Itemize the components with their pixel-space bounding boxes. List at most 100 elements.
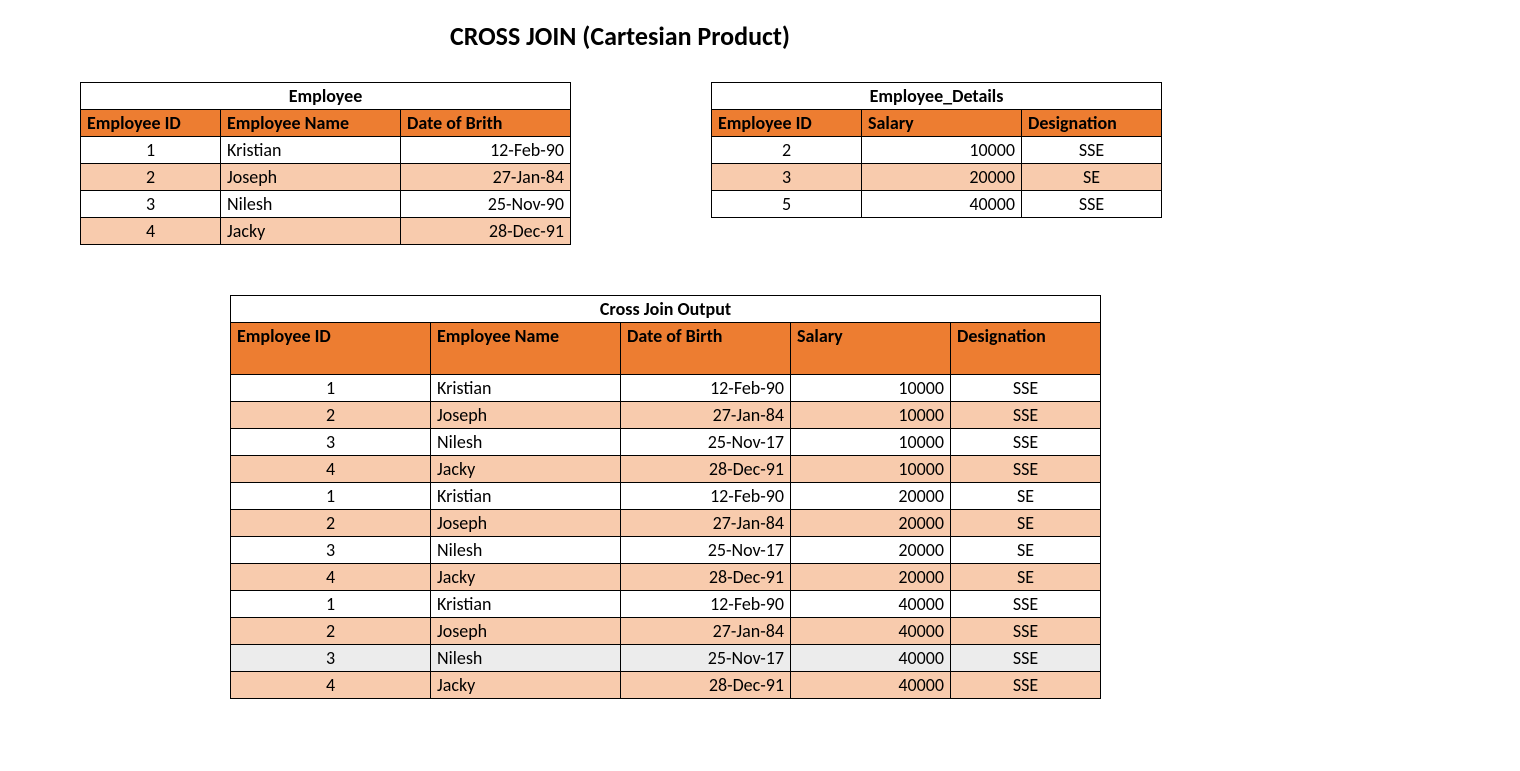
table-row: 2Joseph27-Jan-84 [81,164,571,191]
table-row: 1Kristian12-Feb-9040000SSE [231,591,1101,618]
cell: 12-Feb-90 [621,591,791,618]
cell: 4 [231,672,431,699]
cell: 28-Dec-91 [621,564,791,591]
table-row: 3Nilesh25-Nov-1710000SSE [231,429,1101,456]
cell: 2 [81,164,221,191]
cell: 27-Jan-84 [621,510,791,537]
cell: Joseph [431,402,621,429]
cell: Joseph [431,618,621,645]
cell: Kristian [431,483,621,510]
cell: 40000 [791,672,951,699]
cell: 3 [231,537,431,564]
emp-col-dob: Date of Brith [401,110,571,137]
cell: 20000 [791,564,951,591]
table-row: 3Nilesh25-Nov-1740000SSE [231,645,1101,672]
out-col-desig: Designation [951,323,1101,375]
table-row: 1Kristian12-Feb-90 [81,137,571,164]
cell: 1 [231,483,431,510]
cell: 10000 [862,137,1022,164]
table-row: 1Kristian12-Feb-9020000SE [231,483,1101,510]
table-row: 4Jacky28-Dec-9140000SSE [231,672,1101,699]
cell: 40000 [791,645,951,672]
cell: 10000 [791,429,951,456]
cell: 4 [231,564,431,591]
cell: 20000 [791,483,951,510]
det-col-desig: Designation [1022,110,1162,137]
out-col-name: Employee Name [431,323,621,375]
cell: 1 [81,137,221,164]
cell: SSE [1022,191,1162,218]
cell: 2 [231,618,431,645]
cell: SSE [1022,137,1162,164]
cell: SE [1022,164,1162,191]
cell: Kristian [431,591,621,618]
cell: 3 [81,191,221,218]
table-row: 1Kristian12-Feb-9010000SSE [231,375,1101,402]
table-row: 210000SSE [712,137,1162,164]
cell: 20000 [791,510,951,537]
cell: 28-Dec-91 [621,672,791,699]
details-table: Employee_Details Employee ID Salary Desi… [711,82,1162,218]
cell: Joseph [431,510,621,537]
cell: 20000 [862,164,1022,191]
cell: 40000 [791,591,951,618]
out-col-salary: Salary [791,323,951,375]
cell: 2 [712,137,862,164]
cell: 25-Nov-17 [621,645,791,672]
cell: 12-Feb-90 [401,137,571,164]
cell: Jacky [431,564,621,591]
table-row: 2Joseph27-Jan-8440000SSE [231,618,1101,645]
out-col-dob: Date of Birth [621,323,791,375]
cell: Jacky [221,218,401,245]
cell: Joseph [221,164,401,191]
table-row: 3Nilesh25-Nov-1720000SE [231,537,1101,564]
cell: 3 [712,164,862,191]
output-rows: 1Kristian12-Feb-9010000SSE2Joseph27-Jan-… [231,375,1101,699]
cell: Kristian [221,137,401,164]
cell: 10000 [791,375,951,402]
output-table: Cross Join Output Employee ID Employee N… [230,295,1101,699]
cell: SSE [951,402,1101,429]
cell: SSE [951,591,1101,618]
cell: SSE [951,672,1101,699]
emp-col-id: Employee ID [81,110,221,137]
cell: SSE [951,618,1101,645]
cell: 4 [231,456,431,483]
cell: 27-Jan-84 [621,618,791,645]
employee-rows: 1Kristian12-Feb-902Joseph27-Jan-843Niles… [81,137,571,245]
cell: Kristian [431,375,621,402]
details-rows: 210000SSE320000SE540000SSE [712,137,1162,218]
table-row: 4Jacky28-Dec-9110000SSE [231,456,1101,483]
output-table-title: Cross Join Output [231,296,1101,323]
cell: Nilesh [431,645,621,672]
details-table-title: Employee_Details [712,83,1162,110]
cell: 27-Jan-84 [401,164,571,191]
cell: 3 [231,429,431,456]
cell: 40000 [862,191,1022,218]
cell: Nilesh [221,191,401,218]
cell: Jacky [431,672,621,699]
cell: SE [951,483,1101,510]
cell: SSE [951,429,1101,456]
emp-col-name: Employee Name [221,110,401,137]
cell: 28-Dec-91 [401,218,571,245]
cell: 25-Nov-17 [621,537,791,564]
cell: 10000 [791,456,951,483]
table-row: 320000SE [712,164,1162,191]
cell: 28-Dec-91 [621,456,791,483]
table-row: 2Joseph27-Jan-8410000SSE [231,402,1101,429]
cell: 2 [231,402,431,429]
cell: SSE [951,456,1101,483]
cell: Nilesh [431,537,621,564]
cell: 27-Jan-84 [621,402,791,429]
cell: 5 [712,191,862,218]
det-col-salary: Salary [862,110,1022,137]
cell: Nilesh [431,429,621,456]
table-row: 4Jacky28-Dec-9120000SE [231,564,1101,591]
det-col-id: Employee ID [712,110,862,137]
table-row: 2Joseph27-Jan-8420000SE [231,510,1101,537]
cell: 25-Nov-17 [621,429,791,456]
cell: 1 [231,375,431,402]
table-row: 4Jacky28-Dec-91 [81,218,571,245]
cell: Jacky [431,456,621,483]
